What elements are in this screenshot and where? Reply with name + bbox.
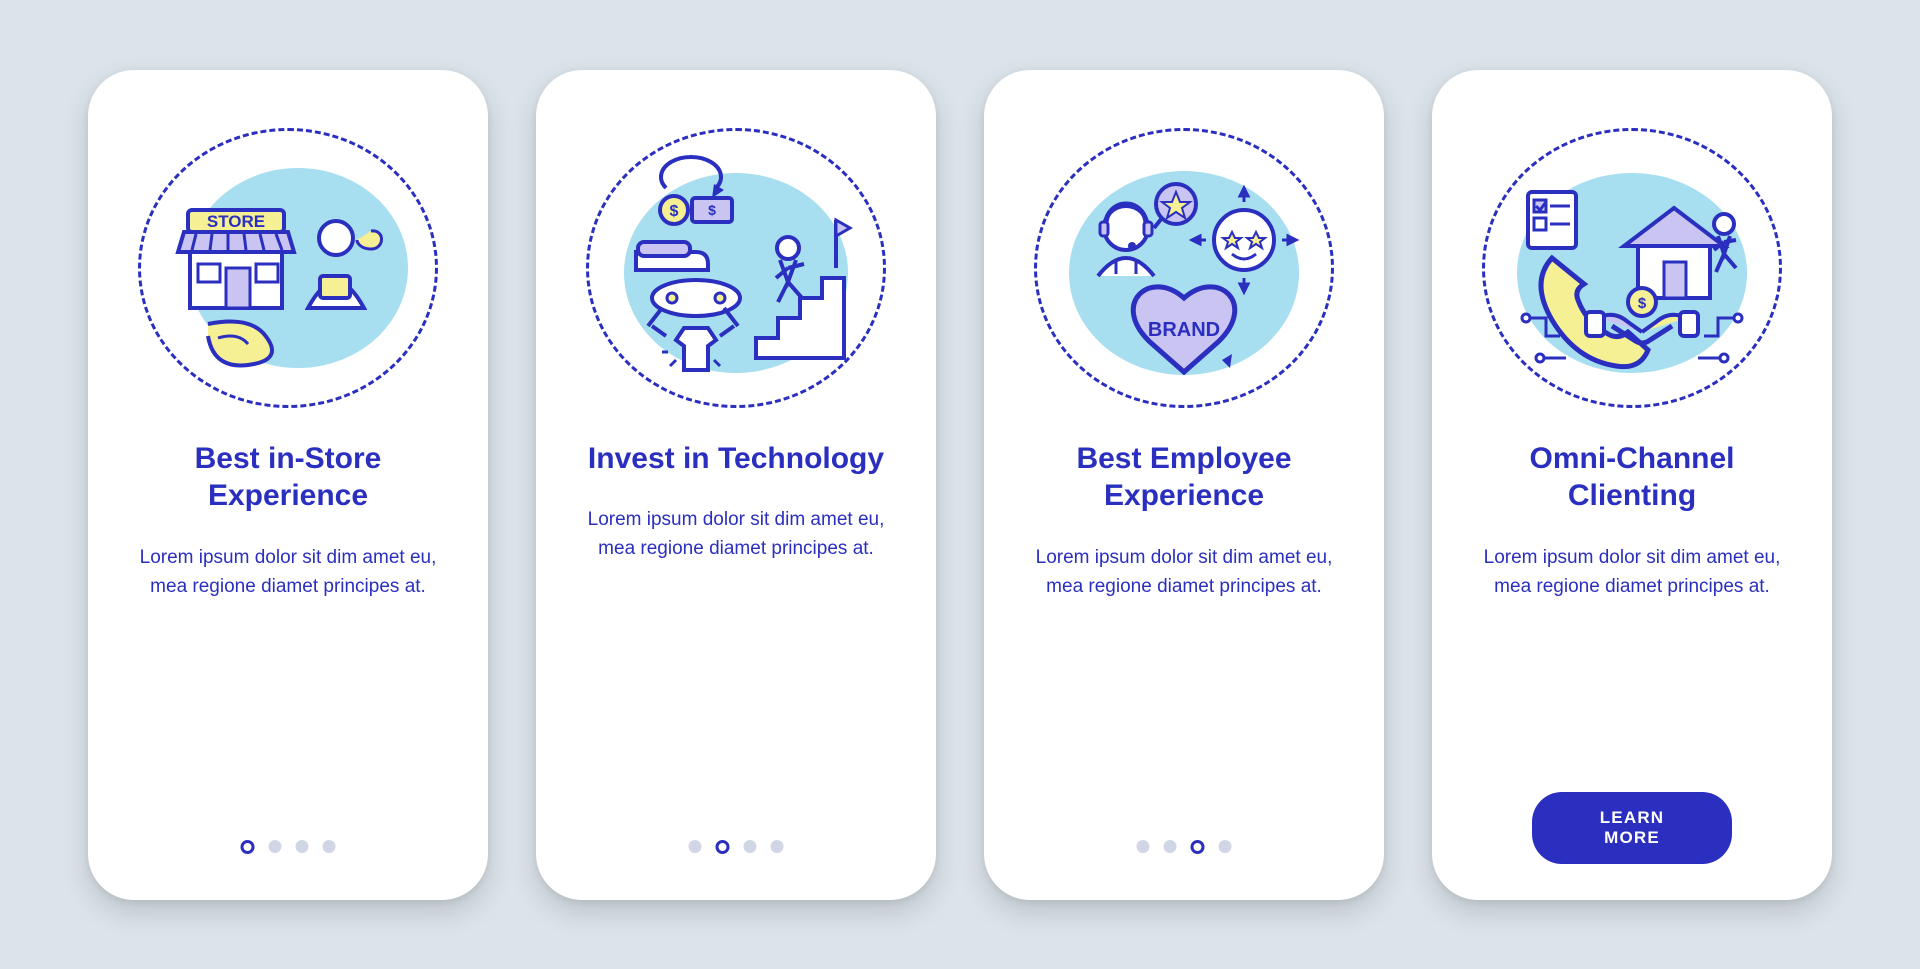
screen-description: Lorem ipsum dolor sit dim amet eu, mea r… [1020, 543, 1348, 602]
pager-dot[interactable] [771, 840, 784, 853]
screen-title: Omni-Channel Clienting [1468, 440, 1796, 515]
onboarding-screen-4: $ Omni-Channel Clienting Lorem ipsum dol… [1432, 70, 1832, 900]
employee-experience-icon: BRAND [1034, 128, 1334, 408]
svg-text:STORE: STORE [207, 212, 265, 231]
screen-description: Lorem ipsum dolor sit dim amet eu, mea r… [1468, 543, 1796, 602]
onboarding-screen-3: BRAND Best Employee Experience Lorem ips… [984, 70, 1384, 900]
screen-description: Lorem ipsum dolor sit dim amet eu, mea r… [124, 543, 452, 602]
pager-dots [1137, 840, 1232, 854]
pager-dots [241, 840, 336, 854]
pager-dot[interactable] [296, 840, 309, 853]
screen-description: Lorem ipsum dolor sit dim amet eu, mea r… [572, 505, 900, 564]
invest-technology-icon: $ $ [586, 128, 886, 408]
svg-text:BRAND: BRAND [1148, 319, 1220, 341]
screen-title: Best Employee Experience [1020, 440, 1348, 515]
pager-dot[interactable] [1164, 840, 1177, 853]
pager-dot[interactable] [1191, 840, 1205, 854]
screen-title: Invest in Technology [578, 440, 894, 478]
pager-dot[interactable] [716, 840, 730, 854]
pager-dot[interactable] [269, 840, 282, 853]
pager-dot[interactable] [689, 840, 702, 853]
screen-title: Best in-Store Experience [124, 440, 452, 515]
learn-more-button[interactable]: LEARN MORE [1532, 792, 1732, 864]
pager-dots [689, 840, 784, 854]
store-experience-icon: STORE [138, 128, 438, 408]
onboarding-screen-1: STORE Best in-Store Experience Lorem ips… [88, 70, 488, 900]
pager-dot[interactable] [241, 840, 255, 854]
onboarding-screen-2: $ $ Invest in Technology Lorem ipsum dol… [536, 70, 936, 900]
svg-text:$: $ [708, 202, 716, 218]
pager-dot[interactable] [1219, 840, 1232, 853]
omni-channel-icon: $ [1482, 128, 1782, 408]
pager-dot[interactable] [744, 840, 757, 853]
pager-dot[interactable] [323, 840, 336, 853]
svg-text:$: $ [670, 203, 679, 220]
pager-dot[interactable] [1137, 840, 1150, 853]
svg-text:$: $ [1638, 295, 1647, 312]
